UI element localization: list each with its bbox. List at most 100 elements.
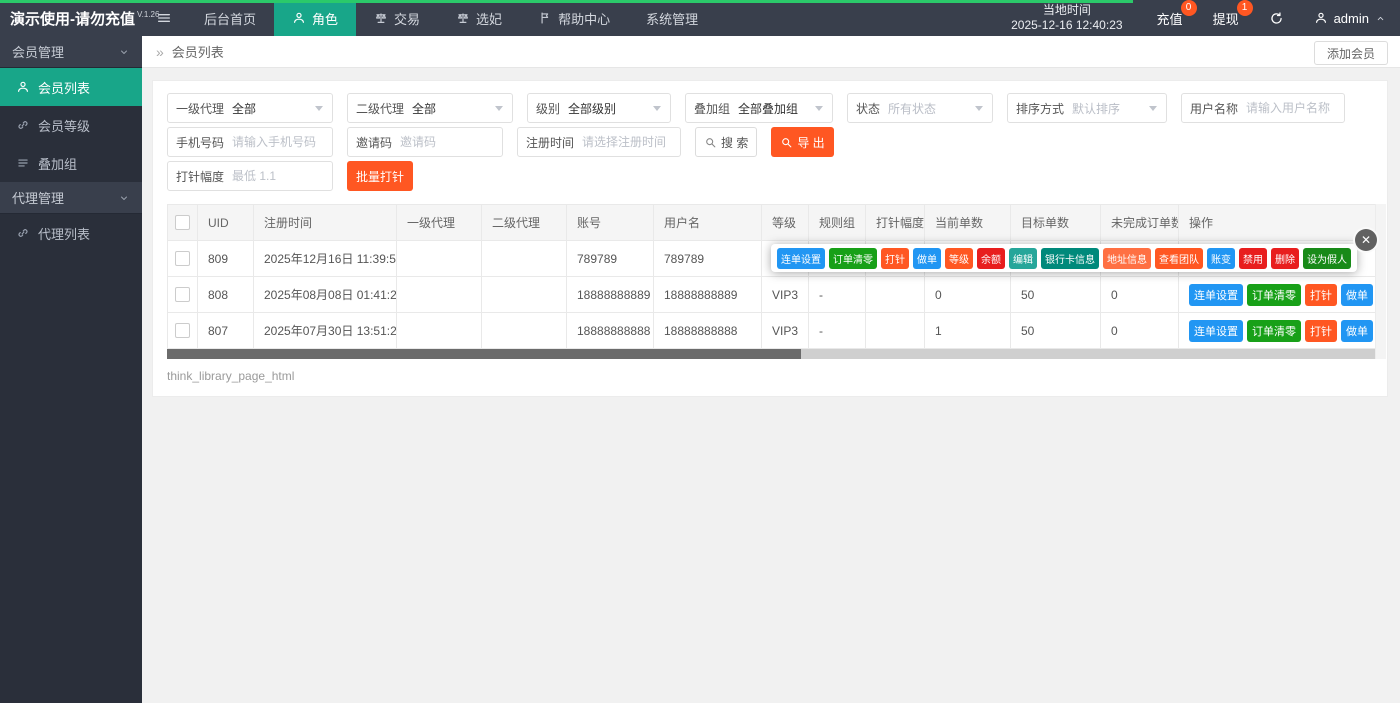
vertical-scrollbar-track[interactable] [1375,204,1386,359]
popup-action-button[interactable]: 删除 [1271,248,1299,269]
table-cell: 50 [1011,313,1101,349]
withdraw-badge: 1 [1237,0,1253,16]
top-nav-item-5[interactable]: 帮助中心 [520,0,628,36]
table-cell [482,241,567,277]
topbar-right: 当地时间 2025-12-16 12:40:23 充值 0 提现 1 admin [1011,0,1400,36]
filter-label: 打针幅度 [168,168,232,185]
row-action-button[interactable]: 打针 [1305,284,1337,306]
popup-action-button[interactable]: 打针 [881,248,909,269]
username-input[interactable] [1246,101,1344,115]
top-nav-item-6[interactable]: 系统管理 [628,0,716,36]
popup-action-button[interactable]: 连单设置 [777,248,825,269]
user-icon [1314,11,1328,25]
popup-action-button[interactable]: 查看团队 [1155,248,1203,269]
popup-action-button[interactable]: 银行卡信息 [1041,248,1099,269]
amplitude-input[interactable] [232,169,332,183]
top-nav-item-1[interactable]: 后台首页 [186,0,274,36]
sidebar-item-label: 叠加组 [38,154,77,173]
sidebar-item-1-2[interactable]: 会员等级 [0,106,142,144]
filter-select-3[interactable]: 级别全部级别 [527,93,671,123]
popup-action-button[interactable]: 余额 [977,248,1005,269]
search-button[interactable]: 搜 索 [695,127,757,157]
filter-label: 邀请码 [348,134,400,151]
person-icon [292,11,306,25]
caret-down-icon [315,106,323,111]
sidebar-group-2[interactable]: 代理管理 [0,182,142,214]
table-cell: 50 [1011,277,1101,313]
row-action-button[interactable]: 订单清零 [1247,284,1301,306]
top-nav-label: 角色 [312,9,338,28]
column-header: 当前单数 [925,205,1011,241]
top-nav-item-4[interactable]: 选妃 [438,0,520,36]
sidebar-item-1-1[interactable]: 会员列表 [0,68,142,106]
invite-input[interactable] [400,135,502,149]
row-action-button[interactable]: 订单清零 [1247,320,1301,342]
add-member-button[interactable]: 添加会员 [1314,41,1388,65]
page-footer-note: think_library_page_html [167,369,294,383]
table-cell [866,313,925,349]
top-nav-label: 选妃 [476,9,502,28]
refresh-button[interactable] [1269,11,1284,26]
table-cell [866,277,925,313]
row-action-button[interactable]: 连单设置 [1189,284,1243,306]
filter-select-1[interactable]: 一级代理全部 [167,93,333,123]
filter-label: 手机号码 [168,134,232,151]
row-action-button[interactable]: 打针 [1305,320,1337,342]
batch-inject-button[interactable]: 批量打针 [347,161,413,191]
row-checkbox[interactable] [175,323,190,338]
popup-action-button[interactable]: 账变 [1207,248,1235,269]
table-cell: 807 [198,313,254,349]
table-row: 8082025年08月08日 01:41:2018888888889188888… [168,277,1379,313]
popup-action-button[interactable]: 地址信息 [1103,248,1151,269]
filter-select-6[interactable]: 排序方式默认排序 [1007,93,1167,123]
column-header: 目标单数 [1011,205,1101,241]
sidebar-item-1-3[interactable]: 叠加组 [0,144,142,182]
export-button[interactable]: 导 出 [771,127,833,157]
popup-action-button[interactable]: 做单 [913,248,941,269]
filter-select-2[interactable]: 二级代理全部 [347,93,513,123]
column-header: 一级代理 [397,205,482,241]
filter-row-1: 一级代理全部二级代理全部级别全部级别叠加组全部叠加组状态所有状态排序方式默认排序… [167,93,1345,123]
top-nav-item-3[interactable]: 交易 [356,0,438,36]
popup-action-button[interactable]: 等级 [945,248,973,269]
horizontal-scrollbar[interactable] [167,349,1378,359]
actions-cell: 连单设置订单清零打针做单 [1179,313,1379,349]
filter-select-4[interactable]: 叠加组全部叠加组 [685,93,833,123]
export-label: 导 出 [797,134,824,151]
row-action-button[interactable]: 连单设置 [1189,320,1243,342]
regtime-input[interactable] [582,135,680,149]
batch-inject-label: 批量打针 [356,168,404,185]
top-nav: 后台首页 角色交易 选妃帮助中心系统管理 [186,0,716,36]
withdraw-button[interactable]: 提现 1 [1213,9,1239,28]
link-icon [16,118,30,132]
select-all-checkbox[interactable] [175,215,190,230]
row-checkbox[interactable] [175,287,190,302]
table-cell: 789789 [654,241,762,277]
popup-action-button[interactable]: 设为假人 [1303,248,1351,269]
filter-label: 排序方式 [1008,100,1072,117]
breadcrumb-icon: » [156,44,164,60]
sidebar-group-1[interactable]: 会员管理 [0,36,142,68]
table-cell [397,313,482,349]
row-action-button[interactable]: 做单 [1341,320,1373,342]
popup-action-button[interactable]: 禁用 [1239,248,1267,269]
regtime-group: 注册时间 [517,127,681,157]
caret-down-icon [495,106,503,111]
popup-action-button[interactable]: 订单清零 [829,248,877,269]
row-checkbox[interactable] [175,251,190,266]
recharge-button[interactable]: 充值 0 [1157,9,1183,28]
popup-action-button[interactable]: 编辑 [1009,248,1037,269]
row-action-button[interactable]: 做单 [1341,284,1373,306]
phone-input[interactable] [232,135,332,149]
row-actions-popup: 连单设置订单清零打针做单等级余额编辑银行卡信息地址信息查看团队账变禁用删除设为假… [771,244,1357,272]
chevron-up-icon [1375,13,1386,24]
filter-select-value: 全部叠加组 [738,100,811,117]
top-nav-label: 系统管理 [646,9,698,28]
close-icon[interactable]: ✕ [1355,229,1377,251]
horizontal-scrollbar-thumb[interactable] [167,349,801,359]
user-menu[interactable]: admin [1314,11,1386,26]
filter-select-5[interactable]: 状态所有状态 [847,93,993,123]
phone-group: 手机号码 [167,127,333,157]
sidebar-item-2-1[interactable]: 代理列表 [0,214,142,252]
top-nav-item-2[interactable]: 角色 [274,0,356,36]
